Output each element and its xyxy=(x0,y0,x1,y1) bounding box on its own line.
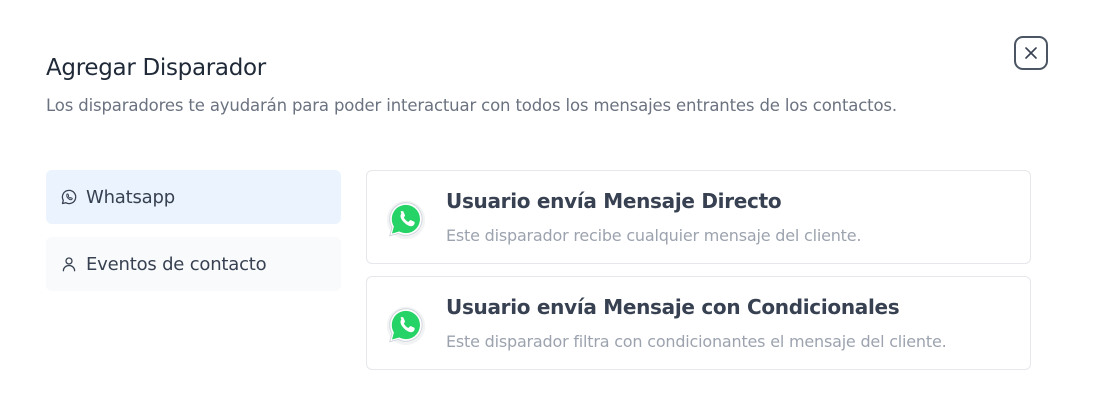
trigger-card-conditional-message[interactable]: Usuario envía Mensaje con Condicionales … xyxy=(366,276,1031,370)
add-trigger-modal: Agregar Disparador Los disparadores te a… xyxy=(0,0,1100,414)
whatsapp-logo-icon xyxy=(386,200,426,240)
whatsapp-outline-icon xyxy=(59,187,79,207)
close-icon xyxy=(1025,47,1037,59)
close-button[interactable] xyxy=(1014,36,1048,70)
modal-subtitle: Los disparadores te ayudarán para poder … xyxy=(46,96,897,115)
trigger-title: Usuario envía Mensaje con Condicionales xyxy=(446,295,900,319)
nav-item-label: Whatsapp xyxy=(86,186,175,208)
trigger-description: Este disparador filtra con condicionante… xyxy=(446,332,947,351)
modal-title: Agregar Disparador xyxy=(46,55,266,81)
nav-item-contact-events[interactable]: Eventos de contacto xyxy=(46,237,341,291)
trigger-card-direct-message[interactable]: Usuario envía Mensaje Directo Este dispa… xyxy=(366,170,1031,264)
trigger-description: Este disparador recibe cualquier mensaje… xyxy=(446,226,862,245)
trigger-title: Usuario envía Mensaje Directo xyxy=(446,189,782,213)
whatsapp-logo-icon xyxy=(386,306,426,346)
trigger-options-list: Usuario envía Mensaje Directo Este dispa… xyxy=(366,170,1031,382)
trigger-category-nav: Whatsapp Eventos de contacto xyxy=(46,170,341,304)
user-icon xyxy=(59,254,79,274)
nav-item-whatsapp[interactable]: Whatsapp xyxy=(46,170,341,224)
nav-item-label: Eventos de contacto xyxy=(86,253,267,275)
